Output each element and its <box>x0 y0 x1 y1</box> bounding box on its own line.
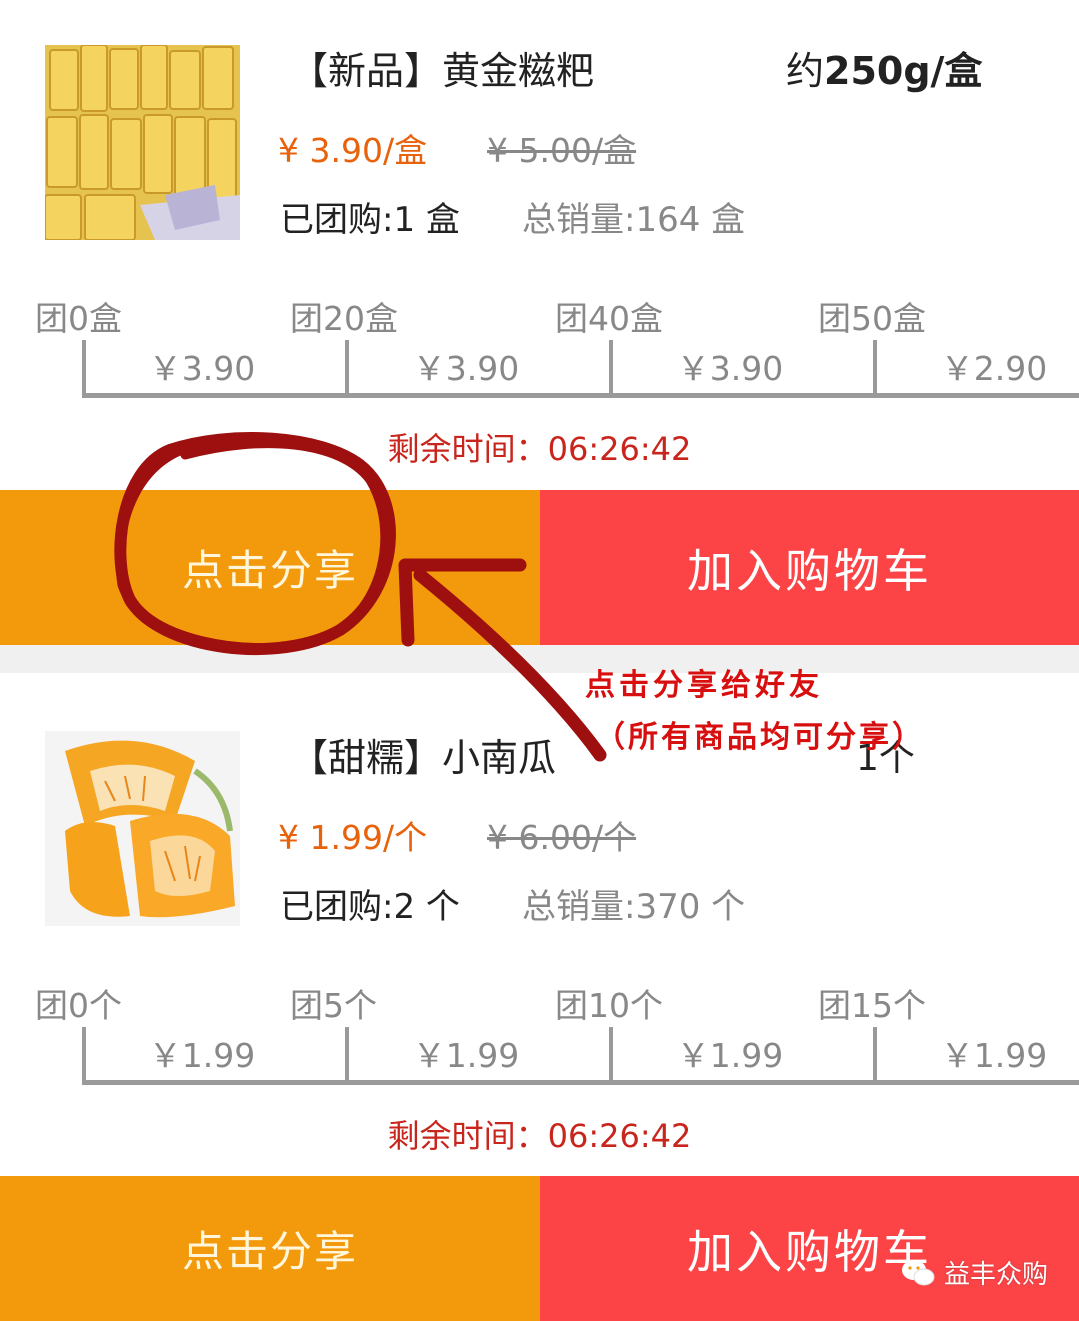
card-divider <box>0 645 1079 673</box>
group-price: ¥ 1.99/个 <box>278 818 428 857</box>
product-title[interactable]: 【甜糯】小南瓜 <box>290 727 556 782</box>
tier-label: 团10个 <box>555 986 663 1025</box>
product-card-1: 【新品】黄金糍粑 约250g/盒 ¥ 3.90/盒 ¥ 5.00/盒 已团购:1… <box>0 0 1079 645</box>
tier-price: ￥1.99 <box>148 1036 256 1075</box>
tier-label: 团50盒 <box>818 299 926 338</box>
group-bought-count: 已团购:2 个 <box>280 887 460 927</box>
tier-price: ￥3.90 <box>148 349 256 388</box>
original-price: ¥ 5.00/盒 <box>487 131 637 170</box>
product-weight: 约250g/盒 <box>786 40 982 95</box>
countdown-timer: 剩余时间：06:26:42 <box>387 430 692 468</box>
tier-label: 团0盒 <box>35 299 122 338</box>
total-sales: 总销量:370 个 <box>522 887 746 927</box>
tier-price: ￥1.99 <box>940 1036 1048 1075</box>
product-card-2: 【甜糯】小南瓜 1个 ¥ 1.99/个 ¥ 6.00/个 已团购:2 个 总销量… <box>0 673 1079 1321</box>
tier-price: ￥3.90 <box>676 349 784 388</box>
tier-price: ￥2.90 <box>940 349 1048 388</box>
add-to-cart-button[interactable]: 加入购物车 <box>540 490 1079 645</box>
countdown-timer: 剩余时间：06:26:42 <box>387 1117 692 1155</box>
annotation-text-line2: （所有商品均可分享） <box>595 720 925 755</box>
add-to-cart-button[interactable]: 加入购物车 <box>540 1176 1079 1321</box>
total-sales: 总销量:164 盒 <box>522 200 746 240</box>
weight-prefix: 约 <box>786 49 825 93</box>
share-button[interactable]: 点击分享 <box>0 1176 540 1321</box>
tier-price: ￥1.99 <box>676 1036 784 1075</box>
product-title[interactable]: 【新品】黄金糍粑 <box>290 40 594 95</box>
tier-axis <box>82 393 1079 398</box>
annotation-text-line1: 点击分享给好友 <box>585 668 823 703</box>
watermark-text: 益丰众购 <box>944 1260 1049 1290</box>
tier-label: 团15个 <box>818 986 926 1025</box>
tier-label: 团40盒 <box>555 299 663 338</box>
tier-price: ￥3.90 <box>412 349 520 388</box>
tier-axis <box>82 1080 1079 1085</box>
share-button[interactable]: 点击分享 <box>0 490 540 645</box>
weight-value: 250g/盒 <box>824 49 983 93</box>
wechat-icon <box>902 1259 935 1285</box>
account-watermark: 益丰众购 <box>900 1254 1048 1291</box>
golden-rice-cake-photo <box>45 45 240 240</box>
product-image-small-pumpkin[interactable] <box>45 731 240 926</box>
group-price: ¥ 3.90/盒 <box>278 131 428 170</box>
tier-label: 团20盒 <box>290 299 398 338</box>
tier-label: 团5个 <box>290 986 377 1025</box>
tier-price: ￥1.99 <box>412 1036 520 1075</box>
original-price: ¥ 6.00/个 <box>487 818 637 857</box>
small-pumpkin-photo <box>45 731 240 926</box>
group-bought-count: 已团购:1 盒 <box>280 200 460 240</box>
product-image-golden-rice-cake[interactable] <box>45 45 240 240</box>
tier-label: 团0个 <box>35 986 122 1025</box>
